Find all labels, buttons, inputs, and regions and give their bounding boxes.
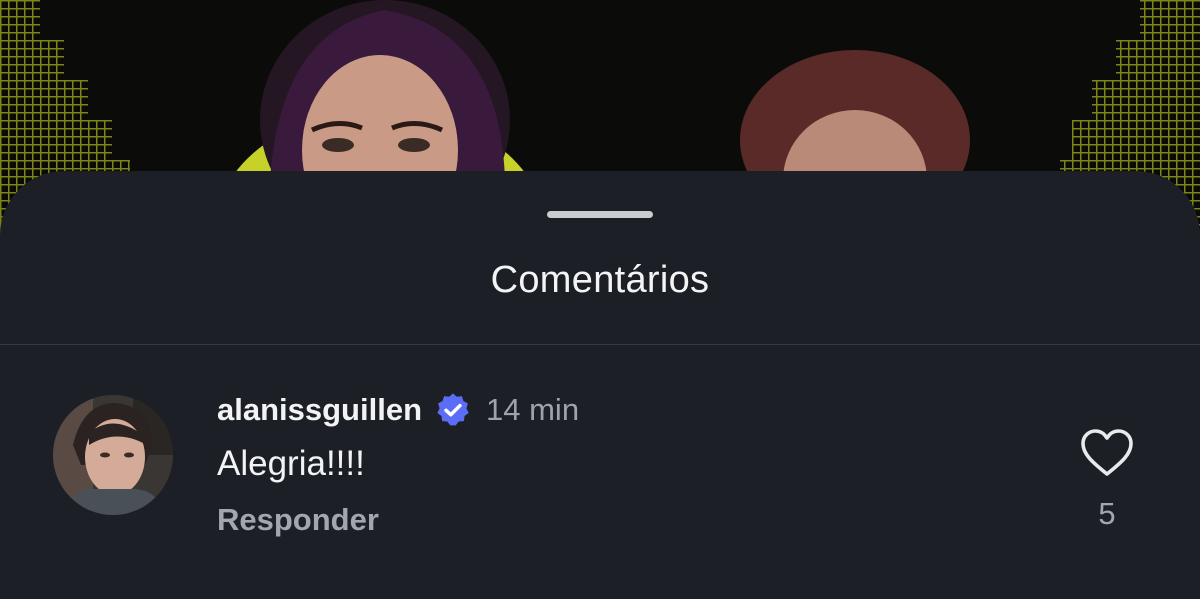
reply-button[interactable]: Responder (217, 502, 379, 538)
verified-badge-icon (434, 391, 472, 429)
comment-meta: alanissguillen 14 min (217, 388, 579, 432)
like-count: 5 (1098, 496, 1116, 531)
comments-sheet: Comentários alanissguillen 14 min Alegri… (0, 171, 1200, 599)
divider (0, 344, 1200, 345)
sheet-title: Comentários (490, 259, 710, 301)
username[interactable]: alanissguillen (217, 392, 422, 428)
like-button[interactable] (1080, 428, 1134, 478)
comment-text: Alegria!!!! (217, 444, 365, 483)
heart-outline-icon (1081, 429, 1133, 476)
drag-handle[interactable] (547, 211, 653, 218)
comment-item: alanissguillen 14 min Alegria!!!! Respon… (0, 376, 1200, 546)
comment-timestamp: 14 min (486, 392, 580, 427)
screen: Comentários alanissguillen 14 min Alegri… (0, 0, 1200, 599)
avatar[interactable] (53, 395, 173, 515)
